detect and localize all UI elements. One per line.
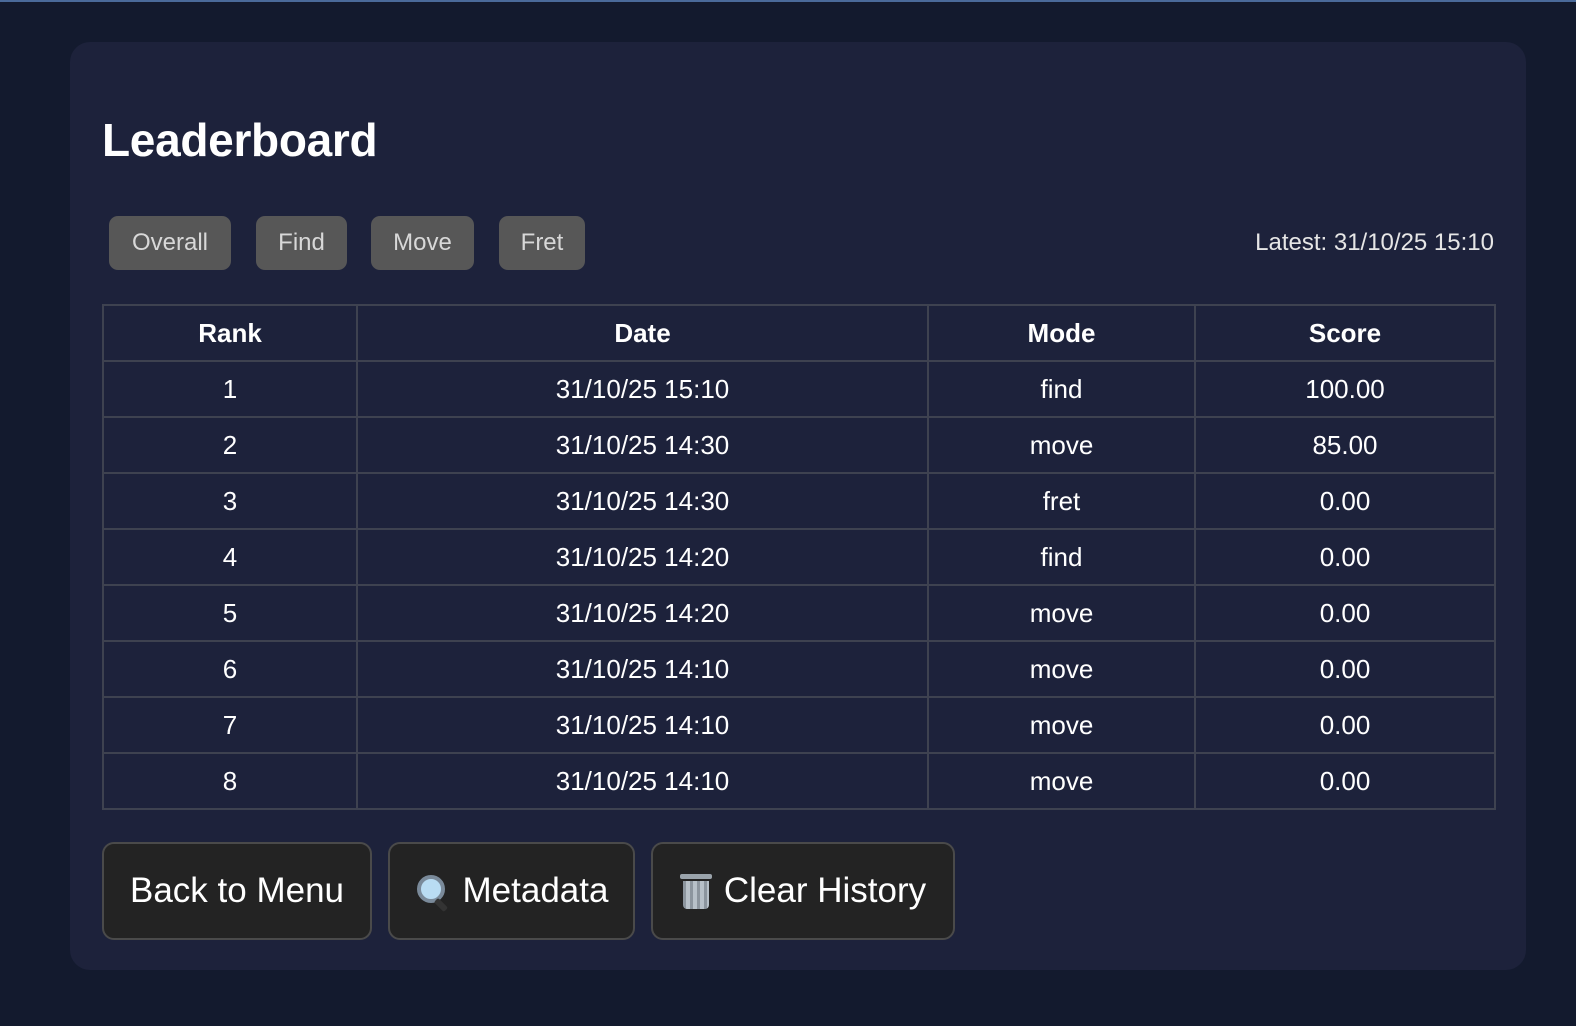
magnifying-glass-icon [415, 873, 451, 913]
date-cell: 31/10/25 14:10 [356, 696, 929, 754]
table-row: 3 31/10/25 14:30 fret 0.00 [102, 472, 1496, 530]
column-header-date: Date [356, 304, 929, 362]
wastebasket-icon [679, 872, 712, 910]
date-cell: 31/10/25 14:10 [356, 640, 929, 698]
mode-cell: move [927, 584, 1196, 642]
date-cell: 31/10/25 14:20 [356, 528, 929, 586]
column-header-score: Score [1194, 304, 1496, 362]
table-row: 5 31/10/25 14:20 move 0.00 [102, 584, 1496, 642]
rank-cell: 3 [102, 472, 358, 530]
score-cell: 0.00 [1194, 584, 1496, 642]
score-cell: 85.00 [1194, 416, 1496, 474]
date-cell: 31/10/25 14:10 [356, 752, 929, 810]
metadata-button[interactable]: Metadata [388, 842, 635, 940]
score-cell: 0.00 [1194, 696, 1496, 754]
table-row: 8 31/10/25 14:10 move 0.00 [102, 752, 1496, 810]
rank-cell: 6 [102, 640, 358, 698]
mode-cell: move [927, 752, 1196, 810]
table-row: 2 31/10/25 14:30 move 85.00 [102, 416, 1496, 474]
filter-find-button[interactable]: Find [256, 216, 347, 270]
filter-bar: Overall Find Move Fret Latest: 31/10/25 … [109, 216, 1494, 270]
table-row: 4 31/10/25 14:20 find 0.00 [102, 528, 1496, 586]
table-header-row: Rank Date Mode Score [102, 304, 1496, 362]
score-cell: 0.00 [1194, 528, 1496, 586]
mode-cell: move [927, 696, 1196, 754]
table-row: 6 31/10/25 14:10 move 0.00 [102, 640, 1496, 698]
latest-timestamp: Latest: 31/10/25 15:10 [1255, 229, 1494, 256]
score-cell: 100.00 [1194, 360, 1496, 418]
clear-history-button[interactable]: Clear History [651, 842, 955, 940]
rank-cell: 4 [102, 528, 358, 586]
rank-cell: 2 [102, 416, 358, 474]
rank-cell: 7 [102, 696, 358, 754]
rank-cell: 5 [102, 584, 358, 642]
score-cell: 0.00 [1194, 640, 1496, 698]
date-cell: 31/10/25 14:30 [356, 472, 929, 530]
page-title: Leaderboard [102, 114, 378, 166]
filter-fret-button[interactable]: Fret [499, 216, 585, 270]
mode-cell: fret [927, 472, 1196, 530]
date-cell: 31/10/25 14:30 [356, 416, 929, 474]
back-to-menu-button[interactable]: Back to Menu [102, 842, 372, 940]
clear-history-label: Clear History [723, 871, 927, 910]
filter-move-button[interactable]: Move [371, 216, 474, 270]
mode-cell: find [927, 360, 1196, 418]
leaderboard-table: Rank Date Mode Score 1 31/10/25 15:10 fi… [102, 304, 1496, 810]
mode-cell: find [927, 528, 1196, 586]
mode-cell: move [927, 640, 1196, 698]
metadata-label: Metadata [462, 871, 609, 910]
column-header-mode: Mode [927, 304, 1196, 362]
rank-cell: 1 [102, 360, 358, 418]
rank-cell: 8 [102, 752, 358, 810]
column-header-rank: Rank [102, 304, 358, 362]
mode-cell: move [927, 416, 1196, 474]
table-row: 7 31/10/25 14:10 move 0.00 [102, 696, 1496, 754]
date-cell: 31/10/25 15:10 [356, 360, 929, 418]
leaderboard-panel: Leaderboard Overall Find Move Fret Lates… [70, 42, 1526, 970]
back-to-menu-label: Back to Menu [130, 871, 344, 910]
date-cell: 31/10/25 14:20 [356, 584, 929, 642]
table-row: 1 31/10/25 15:10 find 100.00 [102, 360, 1496, 418]
filter-overall-button[interactable]: Overall [109, 216, 231, 270]
score-cell: 0.00 [1194, 752, 1496, 810]
score-cell: 0.00 [1194, 472, 1496, 530]
